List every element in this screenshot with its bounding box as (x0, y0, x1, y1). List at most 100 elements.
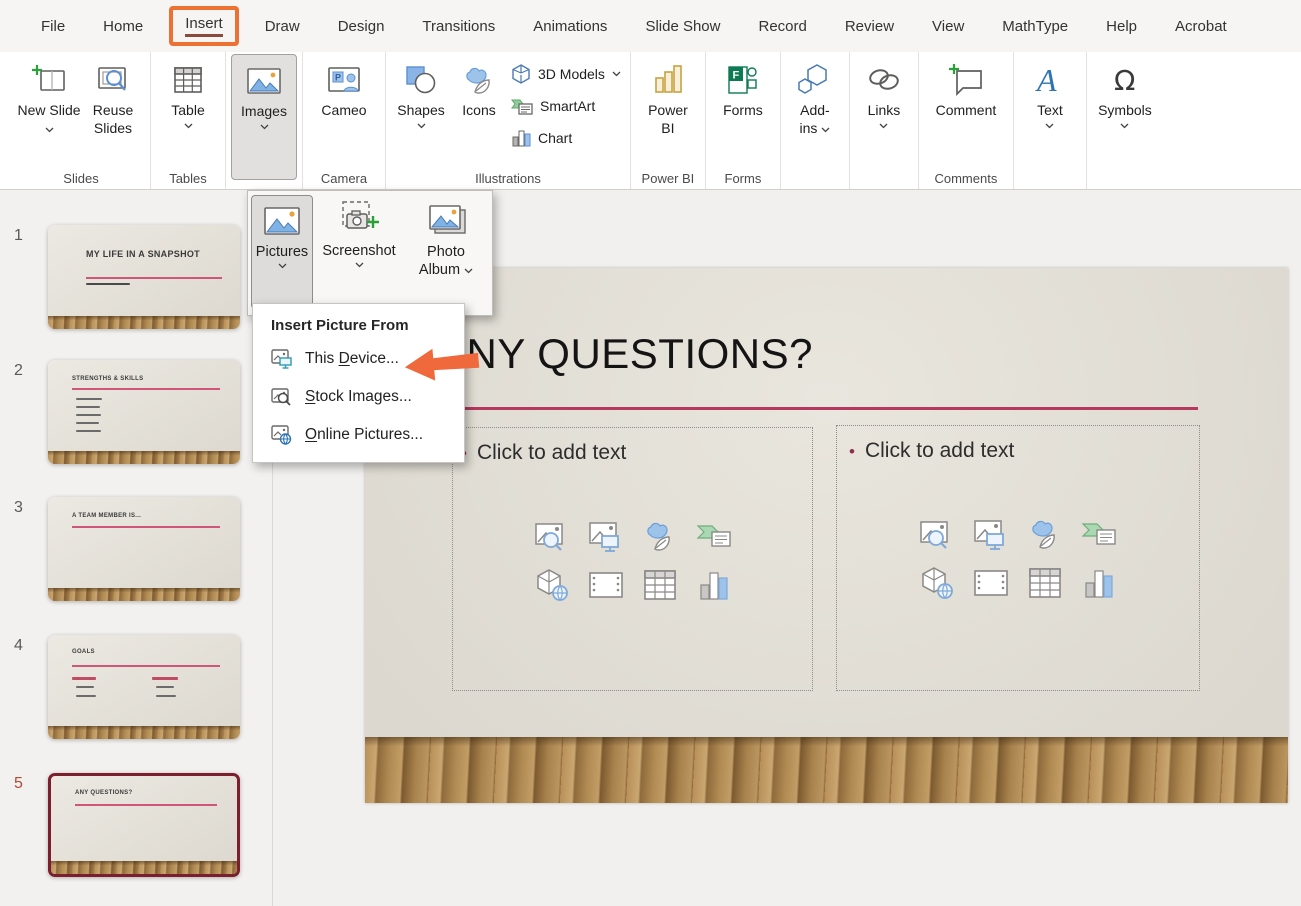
tab-transitions[interactable]: Transitions (403, 18, 514, 35)
ribbon-group-illustrations: Shapes Icons 3D Models (386, 52, 631, 189)
insert-picture-icon[interactable] (586, 518, 626, 556)
placeholder-icon-grid (530, 518, 736, 604)
tab-record[interactable]: Record (739, 18, 825, 35)
text-icon: A (1033, 61, 1067, 99)
tab-file[interactable]: File (22, 18, 84, 35)
slide-thumbnail-1[interactable]: MY LIFE IN A SNAPSHOT (48, 225, 240, 329)
content-placeholder-right[interactable]: • Click to add text (836, 425, 1200, 691)
ribbon-group-power-bi: Power BI Power BI (631, 52, 706, 189)
images-dropdown-menu: Pictures Screenshot Photo Album (247, 190, 493, 316)
tab-draw[interactable]: Draw (246, 18, 319, 35)
screenshot-menu-button[interactable]: Screenshot (313, 195, 405, 268)
slide-thumbnail-2[interactable]: STRENGTHS & SKILLS (48, 360, 240, 464)
bullet: • (849, 443, 855, 460)
tab-design[interactable]: Design (319, 18, 404, 35)
3d-models-icon (511, 64, 531, 84)
tab-mathtype[interactable]: MathType (983, 18, 1087, 35)
power-bi-icon (652, 61, 684, 99)
group-label-forms: Forms (725, 167, 762, 189)
smartart-icon[interactable] (1079, 516, 1119, 554)
slide-number: 1 (14, 227, 23, 245)
links-button[interactable]: Links (855, 54, 913, 129)
forms-button[interactable]: F Forms (711, 54, 775, 120)
slide-thumbnail-5-selected[interactable]: ANY QUESTIONS? (48, 773, 240, 877)
3d-model-icon[interactable] (917, 564, 957, 602)
pointer-arrow (402, 342, 481, 391)
shapes-button[interactable]: Shapes (391, 54, 451, 129)
chart-icon (511, 129, 531, 147)
slide-number: 4 (14, 637, 23, 655)
group-label-illustrations: Illustrations (475, 167, 541, 189)
cameo-icon: P (325, 61, 363, 99)
screenshot-icon (337, 200, 381, 240)
current-slide[interactable]: ANY QUESTIONS? • Click to add text • Cl (365, 268, 1288, 803)
smartart-button[interactable]: SmartArt (507, 94, 625, 118)
table-button[interactable]: Table (156, 54, 220, 129)
insert-picture-icon[interactable] (971, 516, 1011, 554)
photo-album-menu-button[interactable]: Photo Album (405, 195, 487, 279)
smartart-icon[interactable] (694, 518, 734, 556)
power-bi-button[interactable]: Power BI (636, 54, 700, 138)
slide-thumbnail-4[interactable]: GOALS (48, 635, 240, 739)
insert-icons-icon[interactable] (1025, 516, 1065, 554)
reuse-slides-button[interactable]: Reuse Slides (81, 54, 145, 138)
table-icon[interactable] (1025, 564, 1065, 602)
table-icon[interactable] (640, 566, 680, 604)
ribbon-group-images: Images (226, 52, 303, 189)
tab-view[interactable]: View (913, 18, 983, 35)
content-placeholder-left[interactable]: • Click to add text (452, 427, 813, 691)
slide-thumbnail-3[interactable]: A TEAM MEMBER IS... (48, 497, 240, 601)
slide-number: 3 (14, 499, 23, 517)
chart-icon[interactable] (694, 566, 734, 604)
thumbnail-row-4: 4 GOALS (0, 635, 272, 739)
chart-button[interactable]: Chart (507, 126, 625, 150)
slide-number: 2 (14, 362, 23, 380)
forms-icon: F (725, 61, 761, 99)
video-icon[interactable] (586, 566, 626, 604)
tab-home[interactable]: Home (84, 18, 162, 35)
tab-insert[interactable]: Insert (169, 6, 239, 46)
tab-animations[interactable]: Animations (514, 18, 626, 35)
this-device-label: This Device... (305, 350, 399, 368)
comment-icon (947, 61, 985, 99)
cameo-button[interactable]: P Cameo (308, 54, 380, 120)
symbols-button[interactable]: Ω Symbols (1092, 54, 1158, 129)
insert-icons-icon[interactable] (640, 518, 680, 556)
group-label-camera: Camera (321, 167, 367, 189)
new-slide-button[interactable]: New Slide (17, 54, 81, 138)
online-pictures-menu-item[interactable]: Online Pictures... (253, 416, 464, 454)
3d-model-icon[interactable] (532, 566, 572, 604)
video-icon[interactable] (971, 564, 1011, 602)
ribbon-group-links: Links (850, 52, 919, 189)
pictures-menu-button[interactable]: Pictures (251, 195, 313, 309)
symbols-icon: Ω (1108, 61, 1142, 99)
chart-icon[interactable] (1079, 564, 1119, 602)
title-accent-line (400, 407, 1198, 410)
stock-image-icon[interactable] (917, 516, 957, 554)
slide-title[interactable]: ANY QUESTIONS? (438, 330, 813, 378)
tab-help[interactable]: Help (1087, 18, 1156, 35)
comment-button[interactable]: Comment (924, 54, 1008, 120)
images-button[interactable]: Images (231, 54, 297, 180)
group-label-slides: Slides (63, 167, 98, 189)
ribbon-group-camera: P Cameo Camera (303, 52, 386, 189)
ribbon-group-add-ins: Add-ins (781, 52, 850, 189)
reuse-slides-icon (95, 61, 131, 99)
menu-bar: File Home Insert Draw Design Transitions… (0, 0, 1301, 52)
placeholder-icon-grid (915, 516, 1121, 602)
3d-models-button[interactable]: 3D Models (507, 62, 625, 86)
pictures-icon (262, 201, 302, 241)
thumbnail-row-1: 1 MY LIFE IN A SNAPSHOT (0, 225, 272, 329)
photo-album-icon (425, 200, 467, 240)
add-ins-button[interactable]: Add-ins (786, 54, 844, 138)
stock-image-icon[interactable] (532, 518, 572, 556)
svg-text:P: P (335, 73, 341, 83)
online-pictures-icon (271, 425, 293, 445)
text-button[interactable]: A Text (1019, 54, 1081, 129)
ribbon: New Slide Reuse Slides Slides Table (0, 52, 1301, 190)
svg-text:A: A (1035, 63, 1057, 97)
icons-button[interactable]: Icons (451, 54, 507, 120)
tab-slide-show[interactable]: Slide Show (626, 18, 739, 35)
tab-review[interactable]: Review (826, 18, 913, 35)
tab-acrobat[interactable]: Acrobat (1156, 18, 1246, 35)
